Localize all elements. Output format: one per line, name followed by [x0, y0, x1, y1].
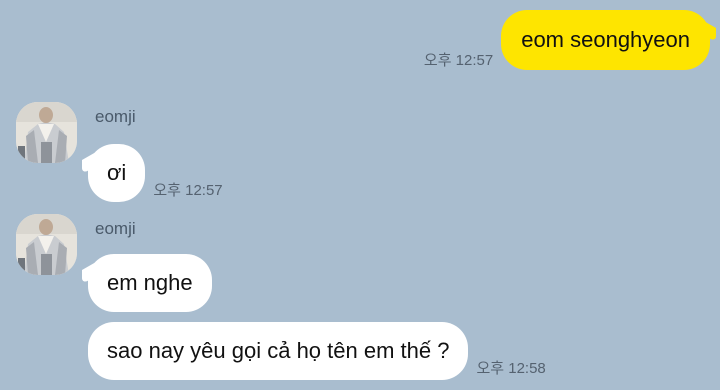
- avatar[interactable]: [16, 214, 77, 275]
- received-message-row: ơi 오후 12:57: [88, 144, 223, 202]
- received-message-bubble[interactable]: ơi: [88, 144, 146, 202]
- sent-message-row: 오후 12:57 eom seonghyeon: [424, 10, 710, 70]
- message-time: 오후 12:57: [423, 52, 494, 69]
- sender-name[interactable]: eomji: [95, 219, 136, 239]
- message-time: 오후 12:58: [476, 360, 546, 377]
- received-message-bubble[interactable]: em nghe: [88, 254, 212, 312]
- sent-message-bubble[interactable]: eom seonghyeon: [501, 10, 710, 70]
- chat-room: 오후 12:57 eom seonghyeon eomji ơi 오후 12:5…: [0, 0, 720, 390]
- received-message-row: em nghe: [88, 254, 212, 312]
- sender-name[interactable]: eomji: [95, 107, 136, 127]
- received-message-row: sao nay yêu gọi cả họ tên em thế ? 오후 12…: [88, 322, 546, 380]
- received-message-bubble[interactable]: sao nay yêu gọi cả họ tên em thế ?: [88, 322, 469, 380]
- avatar[interactable]: [16, 102, 77, 163]
- message-time: 오후 12:57: [153, 182, 223, 199]
- profile-photo-icon: [16, 102, 77, 163]
- profile-photo-icon: [16, 214, 77, 275]
